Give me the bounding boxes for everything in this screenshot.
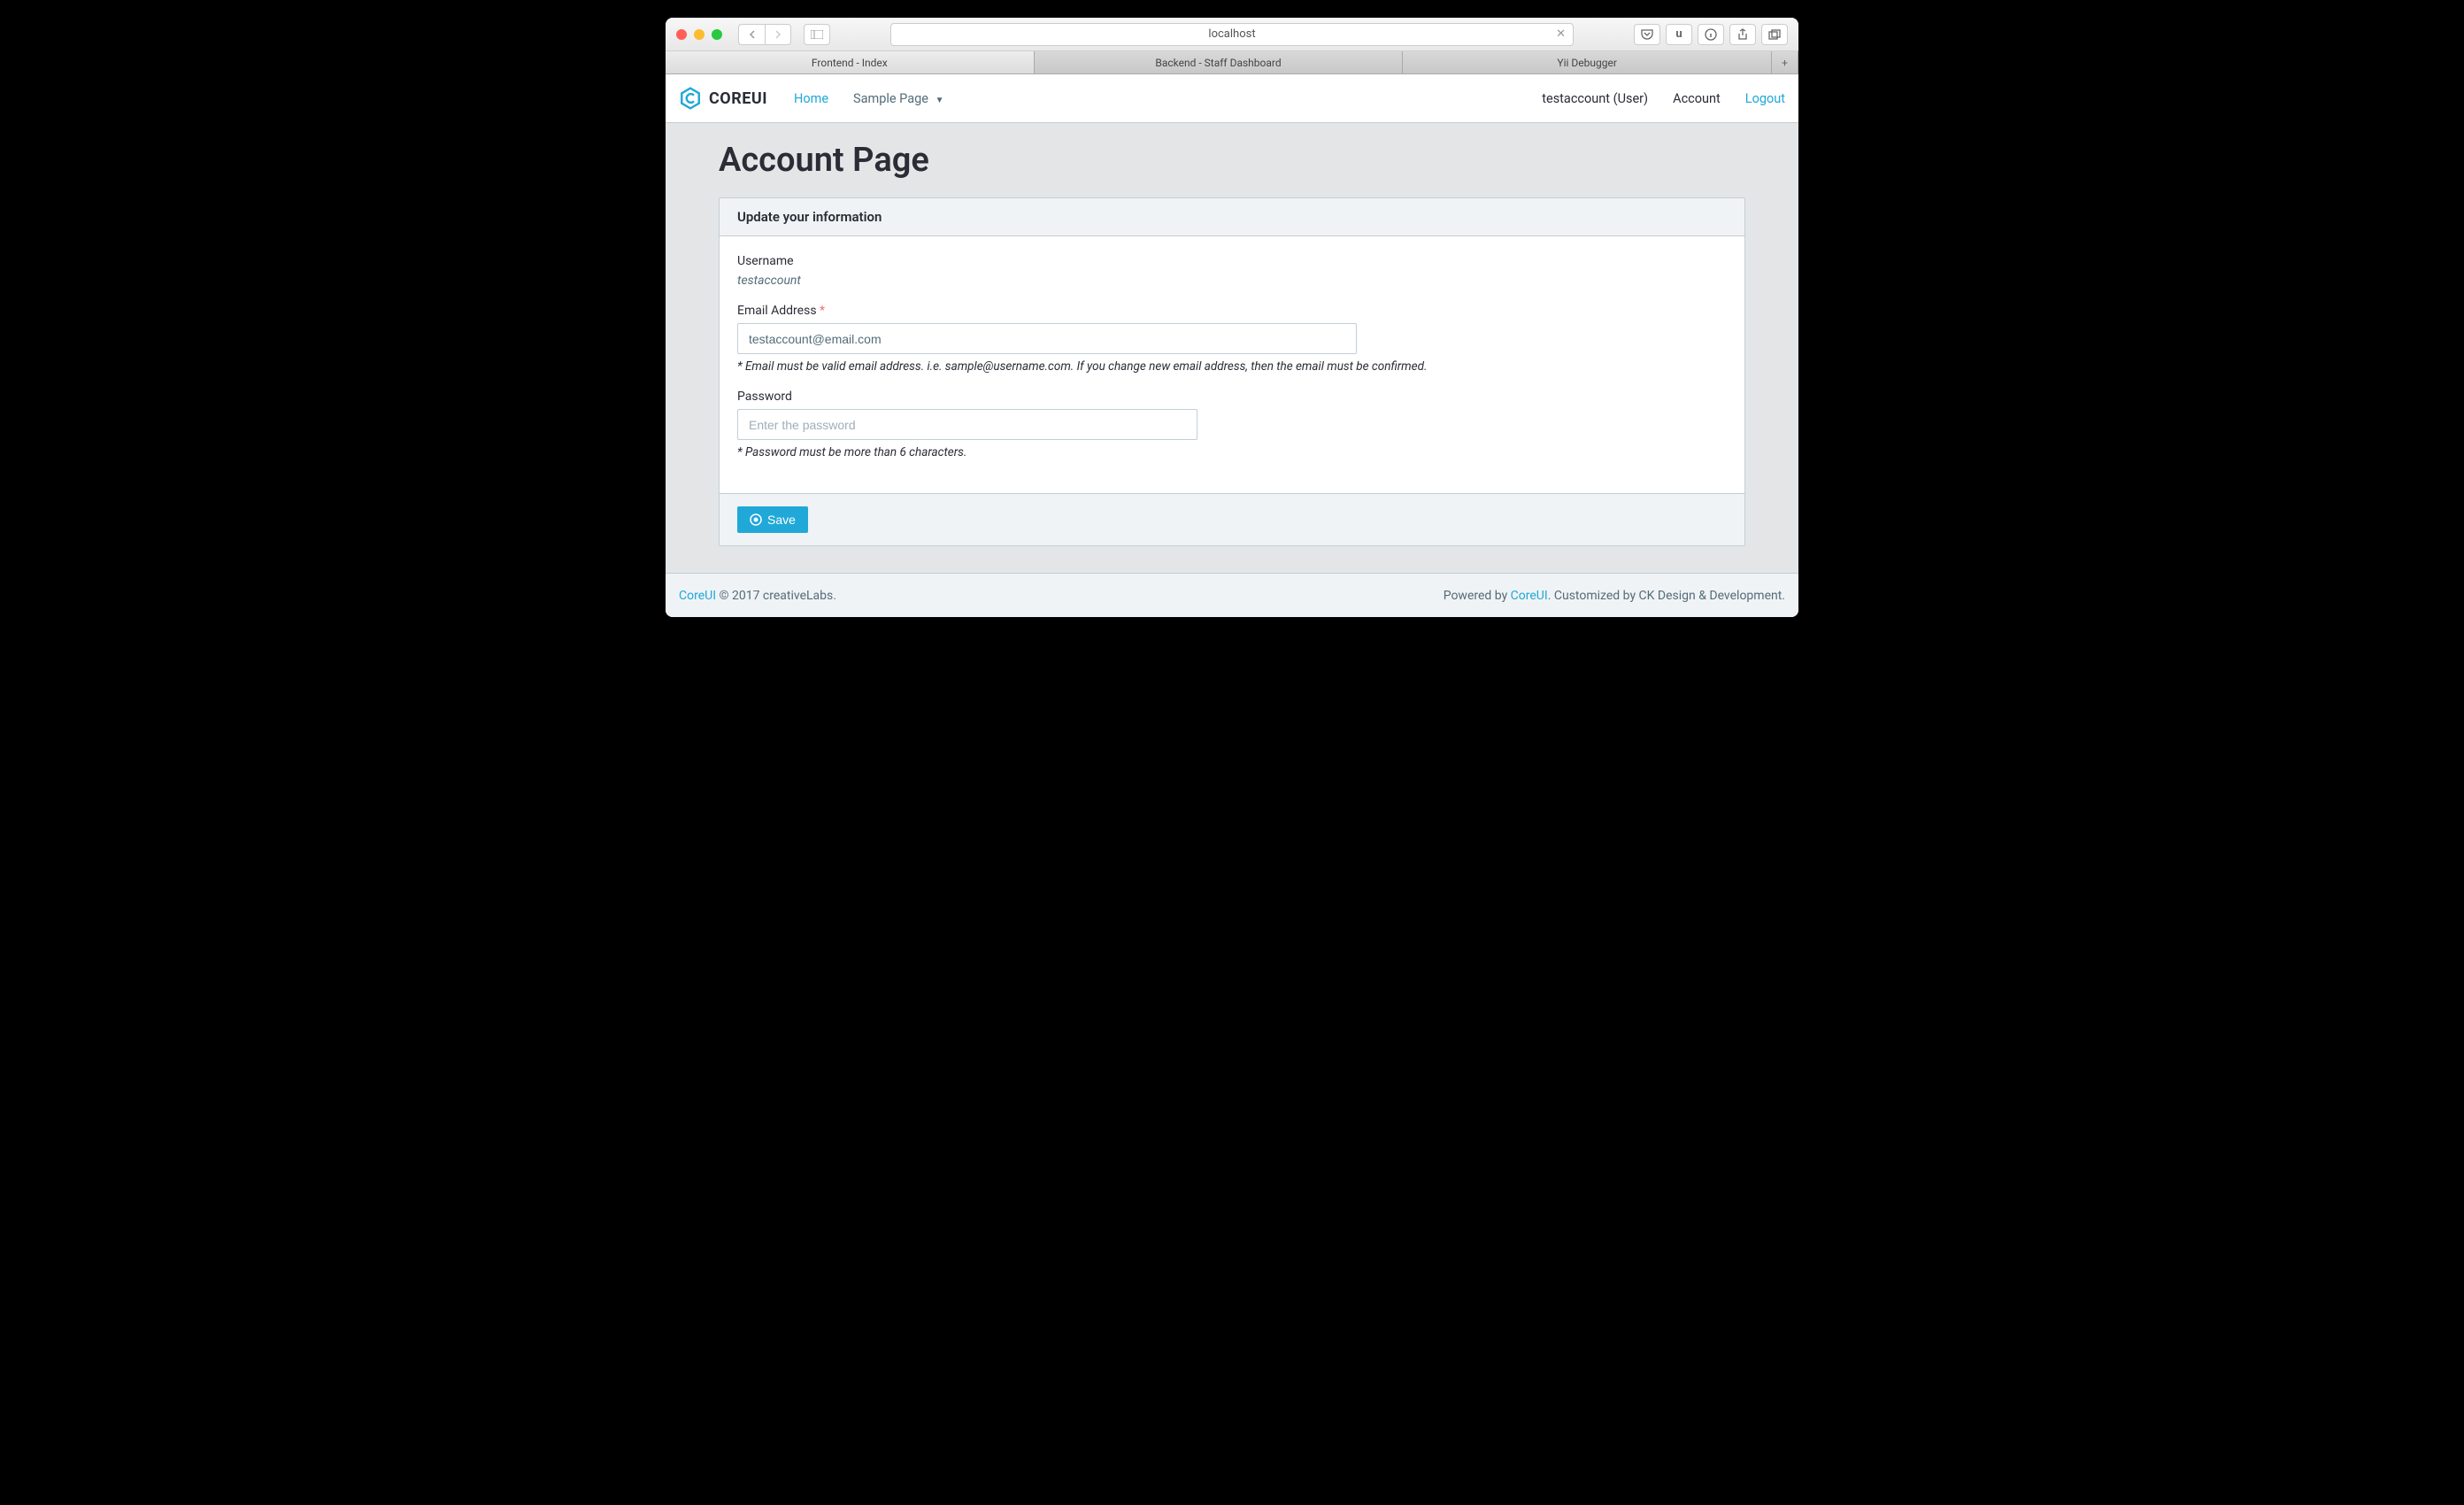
- chevron-down-icon: ▼: [936, 96, 944, 105]
- password-field[interactable]: [737, 409, 1197, 440]
- required-star-icon: *: [820, 304, 825, 318]
- close-window-button[interactable]: [676, 29, 687, 40]
- password-help-text: * Password must be more than 6 character…: [737, 445, 1727, 459]
- email-label: Email Address *: [737, 304, 1727, 318]
- page-title: Account Page: [719, 141, 1745, 180]
- share-icon[interactable]: [1729, 24, 1756, 45]
- nav-sample-page[interactable]: Sample Page ▼: [853, 91, 943, 106]
- card-header: Update your information: [720, 198, 1744, 236]
- clear-address-icon[interactable]: ✕: [1556, 27, 1566, 41]
- traffic-lights: [676, 29, 722, 40]
- password-group: Password * Password must be more than 6 …: [737, 390, 1727, 459]
- minimize-window-button[interactable]: [694, 29, 705, 40]
- app-content: COREUI Home Sample Page ▼ testaccount (U…: [666, 74, 1798, 617]
- footer-powered-suffix: . Customized by CK Design & Development.: [1548, 589, 1785, 603]
- logo-hexagon-icon: [679, 87, 702, 110]
- tabs-icon[interactable]: [1761, 24, 1788, 45]
- nav-user-label[interactable]: testaccount (User): [1542, 91, 1648, 106]
- email-field[interactable]: [737, 323, 1357, 354]
- brand-text: COREUI: [709, 89, 767, 108]
- footer-powered-prefix: Powered by: [1444, 589, 1511, 603]
- pocket-icon[interactable]: [1634, 24, 1660, 45]
- nav-left: Home Sample Page ▼: [794, 91, 944, 106]
- browser-titlebar: localhost ✕ u: [666, 18, 1798, 51]
- app-footer: CoreUI © 2017 creativeLabs. Powered by C…: [666, 573, 1798, 617]
- info-icon[interactable]: [1698, 24, 1724, 45]
- maximize-window-button[interactable]: [712, 29, 722, 40]
- ublock-icon[interactable]: u: [1666, 24, 1692, 45]
- browser-tab-1[interactable]: Backend - Staff Dashboard: [1035, 51, 1404, 73]
- forward-button[interactable]: [765, 24, 791, 45]
- card-body: Username testaccount Email Address * * E…: [720, 236, 1744, 493]
- footer-right: Powered by CoreUI. Customized by CK Desi…: [1444, 589, 1785, 603]
- browser-window: localhost ✕ u Frontend - Index Backend -…: [666, 18, 1798, 617]
- brand-logo[interactable]: COREUI: [679, 87, 767, 110]
- username-value: testaccount: [737, 274, 1727, 288]
- browser-tab-2[interactable]: Yii Debugger: [1403, 51, 1772, 73]
- card-footer: Save: [720, 493, 1744, 545]
- account-card: Update your information Username testacc…: [719, 197, 1745, 546]
- email-help-text: * Email must be valid email address. i.e…: [737, 359, 1727, 374]
- footer-left: CoreUI © 2017 creativeLabs.: [679, 589, 836, 603]
- nav-buttons: [738, 24, 791, 45]
- email-group: Email Address * * Email must be valid em…: [737, 304, 1727, 374]
- footer-brand-link[interactable]: CoreUI: [679, 589, 716, 603]
- page-content: Account Page Update your information Use…: [666, 123, 1798, 573]
- password-label: Password: [737, 390, 1727, 404]
- nav-logout[interactable]: Logout: [1745, 91, 1785, 106]
- app-header: COREUI Home Sample Page ▼ testaccount (U…: [666, 74, 1798, 123]
- username-group: Username testaccount: [737, 254, 1727, 288]
- address-bar-text: localhost: [1208, 27, 1255, 41]
- footer-powered-link[interactable]: CoreUI: [1511, 589, 1548, 603]
- username-label: Username: [737, 254, 1727, 268]
- save-button[interactable]: Save: [737, 506, 808, 533]
- nav-home[interactable]: Home: [794, 91, 828, 106]
- footer-copyright: © 2017 creativeLabs.: [716, 589, 836, 603]
- sidebar-toggle-button[interactable]: [804, 24, 830, 45]
- address-bar[interactable]: localhost ✕: [890, 23, 1574, 46]
- browser-tabbar: Frontend - Index Backend - Staff Dashboa…: [666, 51, 1798, 74]
- chrome-toolbar-icons: u: [1634, 24, 1788, 45]
- new-tab-button[interactable]: +: [1772, 51, 1798, 73]
- save-dot-icon: [750, 513, 762, 526]
- back-button[interactable]: [738, 24, 765, 45]
- browser-tab-0[interactable]: Frontend - Index: [666, 51, 1035, 73]
- nav-account[interactable]: Account: [1673, 91, 1721, 106]
- nav-right: testaccount (User) Account Logout: [1542, 91, 1785, 106]
